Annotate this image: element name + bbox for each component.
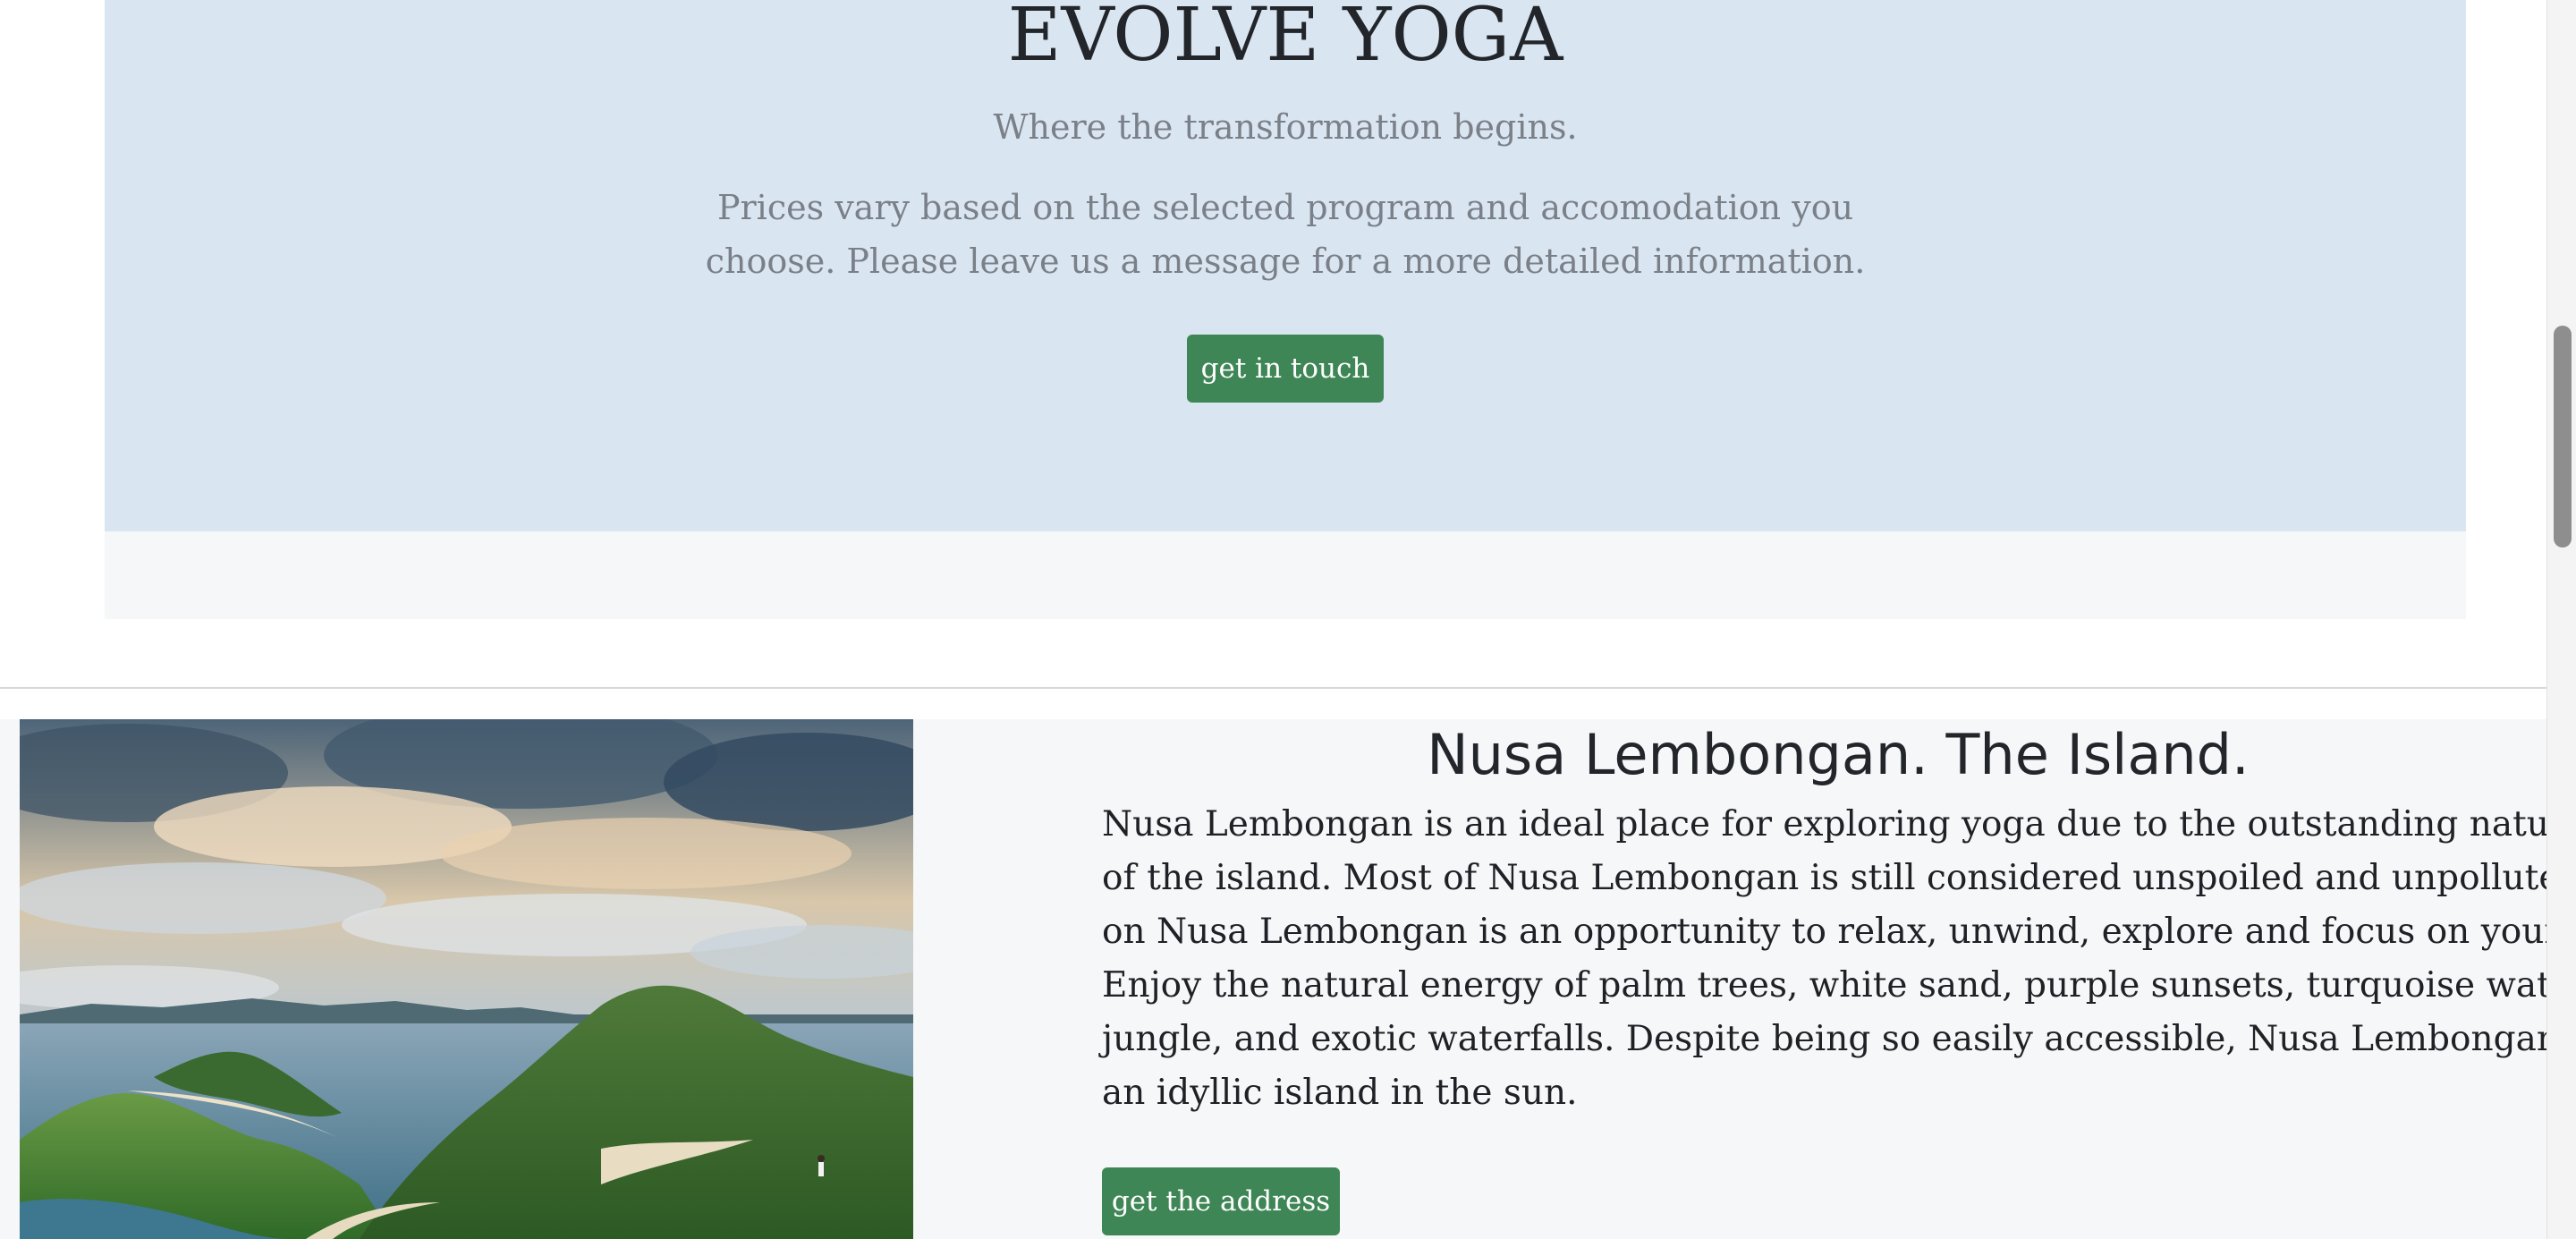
island-description-line: Nusa Lembongan is an ideal place for exp… <box>1102 804 2576 844</box>
island-description-line: Enjoy the natural energy of palm trees, … <box>1102 965 2576 1006</box>
hero-title: EVOLVE YOGA <box>1007 0 1563 78</box>
island-description-line: jungle, and exotic waterfalls. Despite b… <box>1102 1019 2576 1059</box>
island-title: Nusa Lembongan. The Island. <box>1427 722 2250 787</box>
island-description-line: of the island. Most of Nusa Lembongan is… <box>1102 858 2576 898</box>
island-description-line: an idyllic island in the sun. <box>1102 1073 1578 1113</box>
hero-description: Prices vary based on the selected progra… <box>705 188 1866 281</box>
hero-container: EVOLVE YOGA Where the transformation beg… <box>105 0 2466 619</box>
section-divider <box>0 687 2546 689</box>
page: EVOLVE YOGA Where the transformation beg… <box>0 0 2576 1239</box>
island-description-line: on Nusa Lembongan is an opportunity to r… <box>1102 912 2576 952</box>
hero-section: EVOLVE YOGA Where the transformation beg… <box>105 0 2466 531</box>
hero-subtitle: Where the transformation begins. <box>993 107 1578 147</box>
island-landscape-image <box>20 719 913 1239</box>
get-in-touch-button[interactable]: get in touch <box>1187 335 1384 403</box>
island-description: Nusa Lembongan is an ideal place for exp… <box>1102 798 2576 1120</box>
scrollbar-thumb[interactable] <box>2554 326 2572 547</box>
get-the-address-button[interactable]: get the address <box>1102 1167 1340 1235</box>
island-section: Nusa Lembongan. The Island. Nusa Lembong… <box>0 719 2576 1239</box>
vertical-scrollbar[interactable] <box>2546 0 2576 1239</box>
